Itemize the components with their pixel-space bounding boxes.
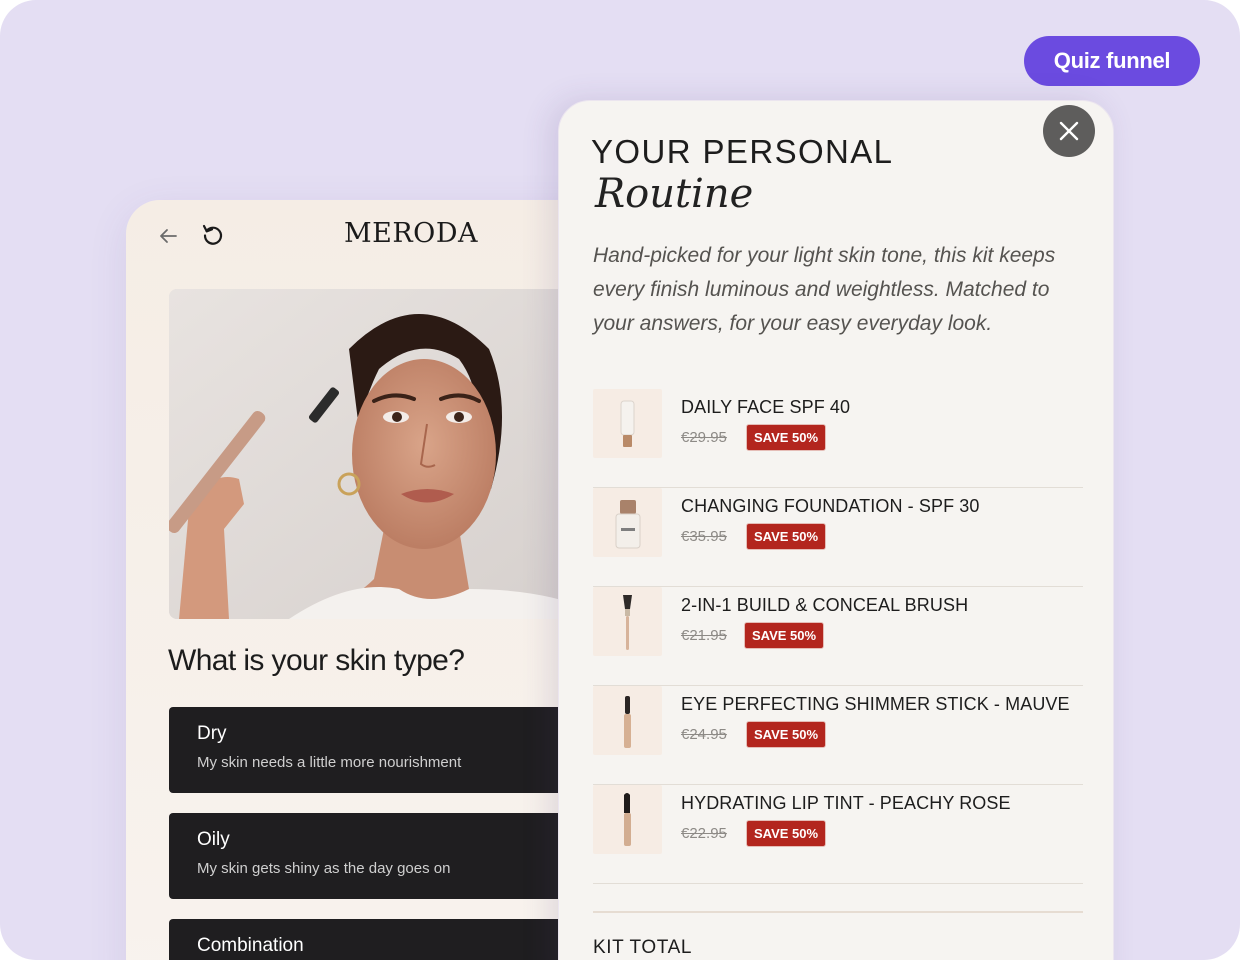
sunscreen-tube-icon <box>620 400 635 447</box>
product-item[interactable]: CHANGING FOUNDATION - SPF 30 €35.95 SAVE… <box>593 488 1083 587</box>
result-intro: Hand-picked for your light skin tone, th… <box>593 244 1056 335</box>
save-badge: SAVE 50% <box>746 721 827 748</box>
option-description: My skin gets shiny as the day goes on <box>197 860 451 877</box>
product-name: HYDRATING LIP TINT - PEACHY ROSE <box>681 793 1011 813</box>
hero-image <box>169 289 589 619</box>
option-combination[interactable]: Combination <box>169 919 589 960</box>
reload-icon[interactable] <box>200 222 226 248</box>
back-arrow-icon[interactable] <box>156 224 180 248</box>
close-icon <box>1059 121 1079 141</box>
product-original-price: €29.95 <box>681 429 727 446</box>
product-list: DAILY FACE SPF 40 €29.95 SAVE 50% CHANGI… <box>593 389 1083 884</box>
foundation-bottle-icon <box>615 500 641 549</box>
brush-icon <box>623 595 632 650</box>
shimmer-stick-icon <box>624 696 631 748</box>
option-description: My skin needs a little more nourishment <box>197 754 462 771</box>
product-original-price: €22.95 <box>681 825 727 842</box>
brand-logo: MERODA <box>344 218 478 249</box>
close-button[interactable] <box>1043 105 1095 157</box>
save-badge: SAVE 50% <box>746 820 827 847</box>
save-badge: SAVE 50% <box>746 424 827 451</box>
product-thumbnail <box>593 488 662 557</box>
product-item[interactable]: HYDRATING LIP TINT - PEACHY ROSE €22.95 … <box>593 785 1083 884</box>
save-badge: SAVE 50% <box>746 523 827 550</box>
product-name: CHANGING FOUNDATION - SPF 30 <box>681 496 980 516</box>
product-thumbnail <box>593 389 662 458</box>
product-thumbnail <box>593 785 662 854</box>
model-photo <box>169 289 589 619</box>
product-name: 2-IN-1 BUILD & CONCEAL BRUSH <box>681 595 969 615</box>
product-original-price: €21.95 <box>681 627 727 644</box>
kit-divider <box>593 911 1083 913</box>
kit-total-label: KIT TOTAL <box>593 937 693 958</box>
canvas: Quiz funnel MERODA What is your skin typ… <box>0 0 1240 960</box>
product-original-price: €35.95 <box>681 528 727 545</box>
product-item[interactable]: 2-IN-1 BUILD & CONCEAL BRUSH €21.95 SAVE… <box>593 587 1083 686</box>
option-title: Dry <box>197 723 227 744</box>
quiz-funnel-badge: Quiz funnel <box>1024 36 1200 86</box>
save-badge: SAVE 50% <box>744 622 825 649</box>
product-original-price: €24.95 <box>681 726 727 743</box>
result-title: Routine <box>595 171 754 217</box>
product-item[interactable]: DAILY FACE SPF 40 €29.95 SAVE 50% <box>593 389 1083 488</box>
product-name: DAILY FACE SPF 40 <box>681 397 851 417</box>
product-thumbnail <box>593 686 662 755</box>
product-name: EYE PERFECTING SHIMMER STICK - MAUVE <box>681 694 1070 714</box>
option-title: Combination <box>197 935 304 956</box>
product-thumbnail <box>593 587 662 656</box>
product-item[interactable]: EYE PERFECTING SHIMMER STICK - MAUVE €24… <box>593 686 1083 785</box>
option-oily[interactable]: Oily My skin gets shiny as the day goes … <box>169 813 589 899</box>
option-dry[interactable]: Dry My skin needs a little more nourishm… <box>169 707 589 793</box>
option-title: Oily <box>197 829 230 850</box>
quiz-question: What is your skin type? <box>168 644 465 677</box>
routine-result-modal: YOUR PERSONAL Routine Hand-picked for yo… <box>558 100 1114 960</box>
lip-tint-icon <box>624 793 631 846</box>
quiz-funnel-badge-label: Quiz funnel <box>1053 48 1171 73</box>
result-kicker: YOUR PERSONAL <box>591 133 894 170</box>
